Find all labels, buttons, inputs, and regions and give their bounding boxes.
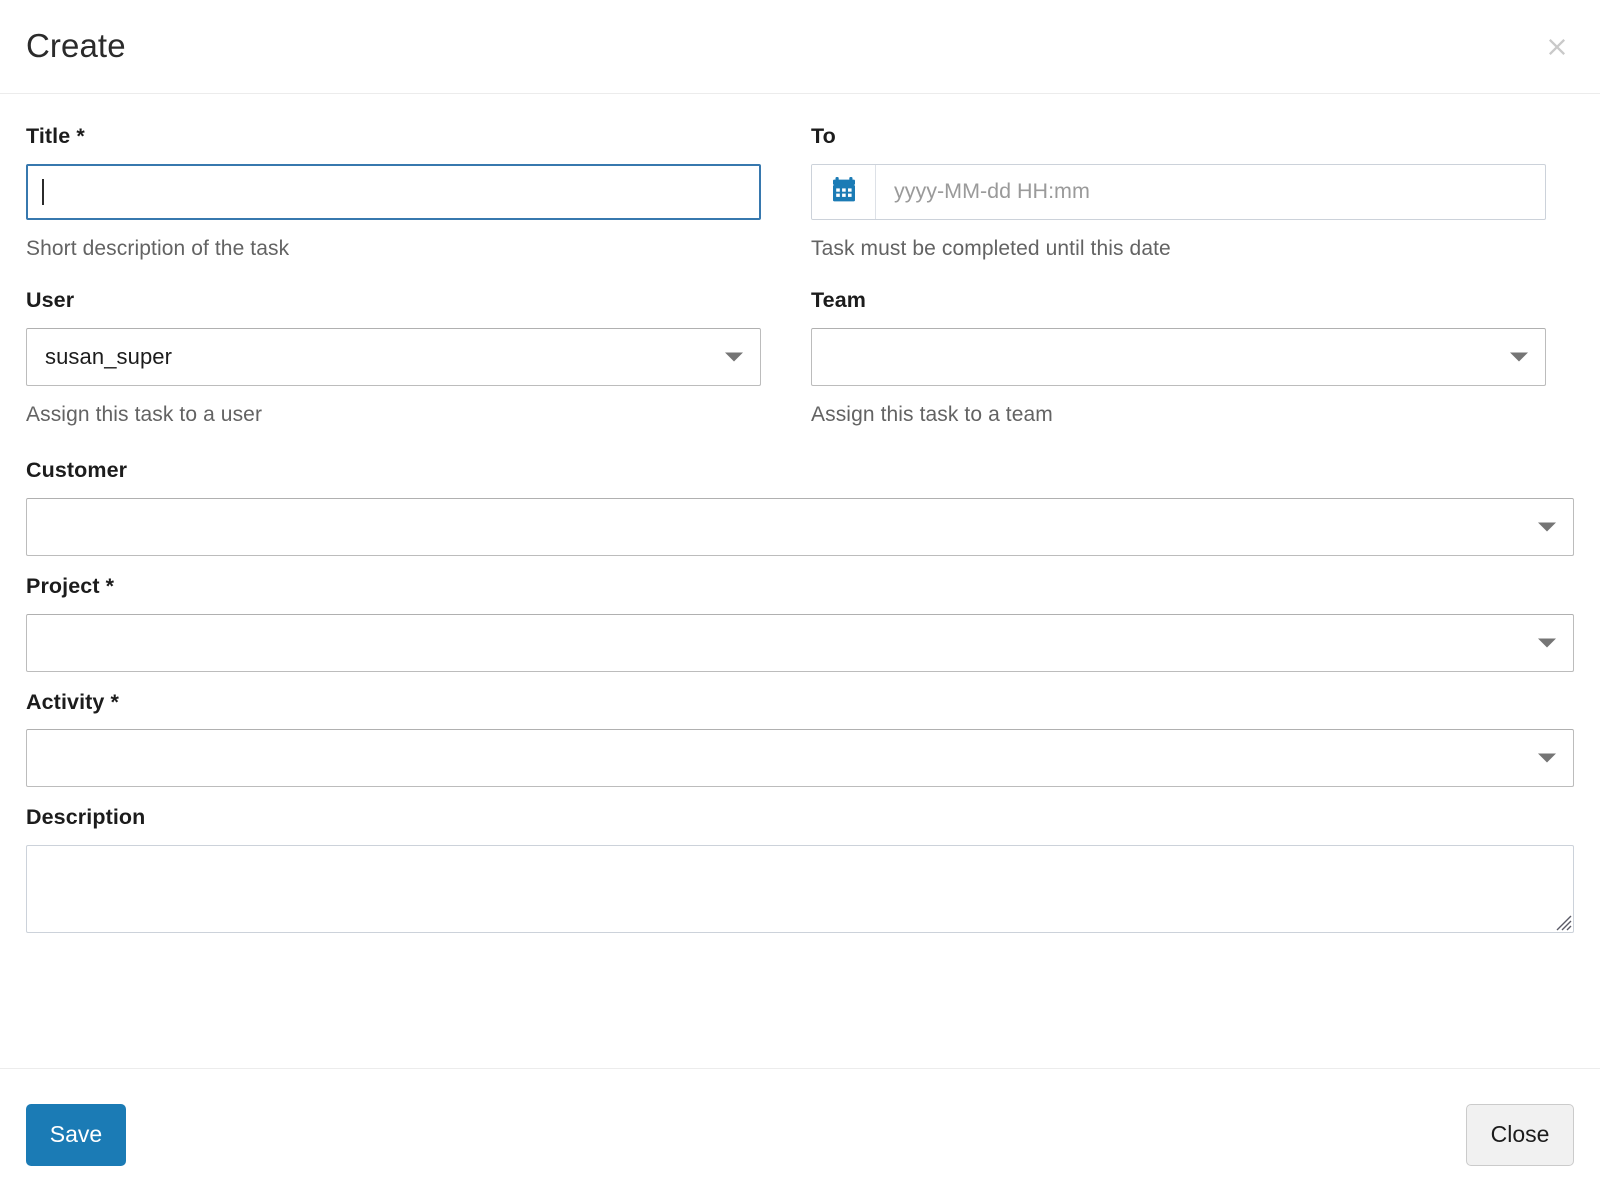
calendar-icon-button[interactable] [812, 164, 876, 219]
field-team: Team Assign this task to a team [811, 288, 1546, 428]
user-help-text: Assign this task to a user [26, 402, 263, 426]
to-date-input[interactable] [876, 164, 1545, 219]
team-help-text: Assign this task to a team [811, 402, 1053, 426]
user-select[interactable]: susan_super [26, 327, 761, 386]
title-input[interactable] [26, 163, 761, 220]
activity-select-wrap [26, 729, 1574, 788]
activity-select[interactable] [26, 729, 1574, 788]
field-description: Description [26, 805, 1574, 934]
modal-header: Create [0, 0, 1600, 94]
modal-title: Create [26, 27, 126, 64]
to-label: To [811, 124, 836, 148]
field-to: To yyyy-MM-dd HH:mm Task must be complet… [811, 124, 1546, 262]
description-textarea-wrap [26, 845, 1574, 934]
modal-footer: Save Close [0, 1068, 1600, 1200]
field-activity: Activity * [26, 690, 1574, 788]
team-select-wrap [811, 327, 1546, 386]
title-label: Title * [26, 124, 85, 148]
project-label: Project * [26, 573, 115, 598]
user-label: User [26, 288, 75, 313]
user-select-wrap: susan_super [26, 327, 761, 386]
description-textarea[interactable] [26, 845, 1574, 934]
field-title: Title * Short description of the task [26, 124, 761, 262]
project-select-wrap [26, 613, 1574, 672]
form-row-title-to: Title * Short description of the task To [26, 124, 1574, 262]
close-icon-button[interactable] [1540, 30, 1574, 64]
create-task-modal: Create Title * Short description of the … [0, 0, 1600, 1200]
team-label: Team [811, 288, 866, 313]
customer-select[interactable] [26, 497, 1574, 556]
save-button[interactable]: Save [26, 1103, 126, 1166]
to-help-text: Task must be completed until this date [811, 236, 1171, 260]
description-label: Description [26, 805, 146, 830]
title-help-text: Short description of the task [26, 236, 290, 260]
close-button[interactable]: Close [1466, 1103, 1574, 1166]
modal-body: Title * Short description of the task To [0, 94, 1600, 1068]
field-customer: Customer [26, 458, 1574, 556]
close-icon [1544, 34, 1570, 60]
calendar-icon [831, 176, 857, 208]
text-caret [42, 178, 44, 205]
customer-label: Customer [26, 458, 128, 483]
field-project: Project * [26, 574, 1574, 672]
to-input-group [811, 163, 1546, 220]
form-row-user-team: User susan_super Assign this task to a u… [26, 288, 1574, 428]
customer-select-wrap [26, 497, 1574, 556]
field-user: User susan_super Assign this task to a u… [26, 288, 761, 428]
team-select[interactable] [811, 327, 1546, 386]
project-select[interactable] [26, 613, 1574, 672]
activity-label: Activity * [26, 689, 120, 714]
